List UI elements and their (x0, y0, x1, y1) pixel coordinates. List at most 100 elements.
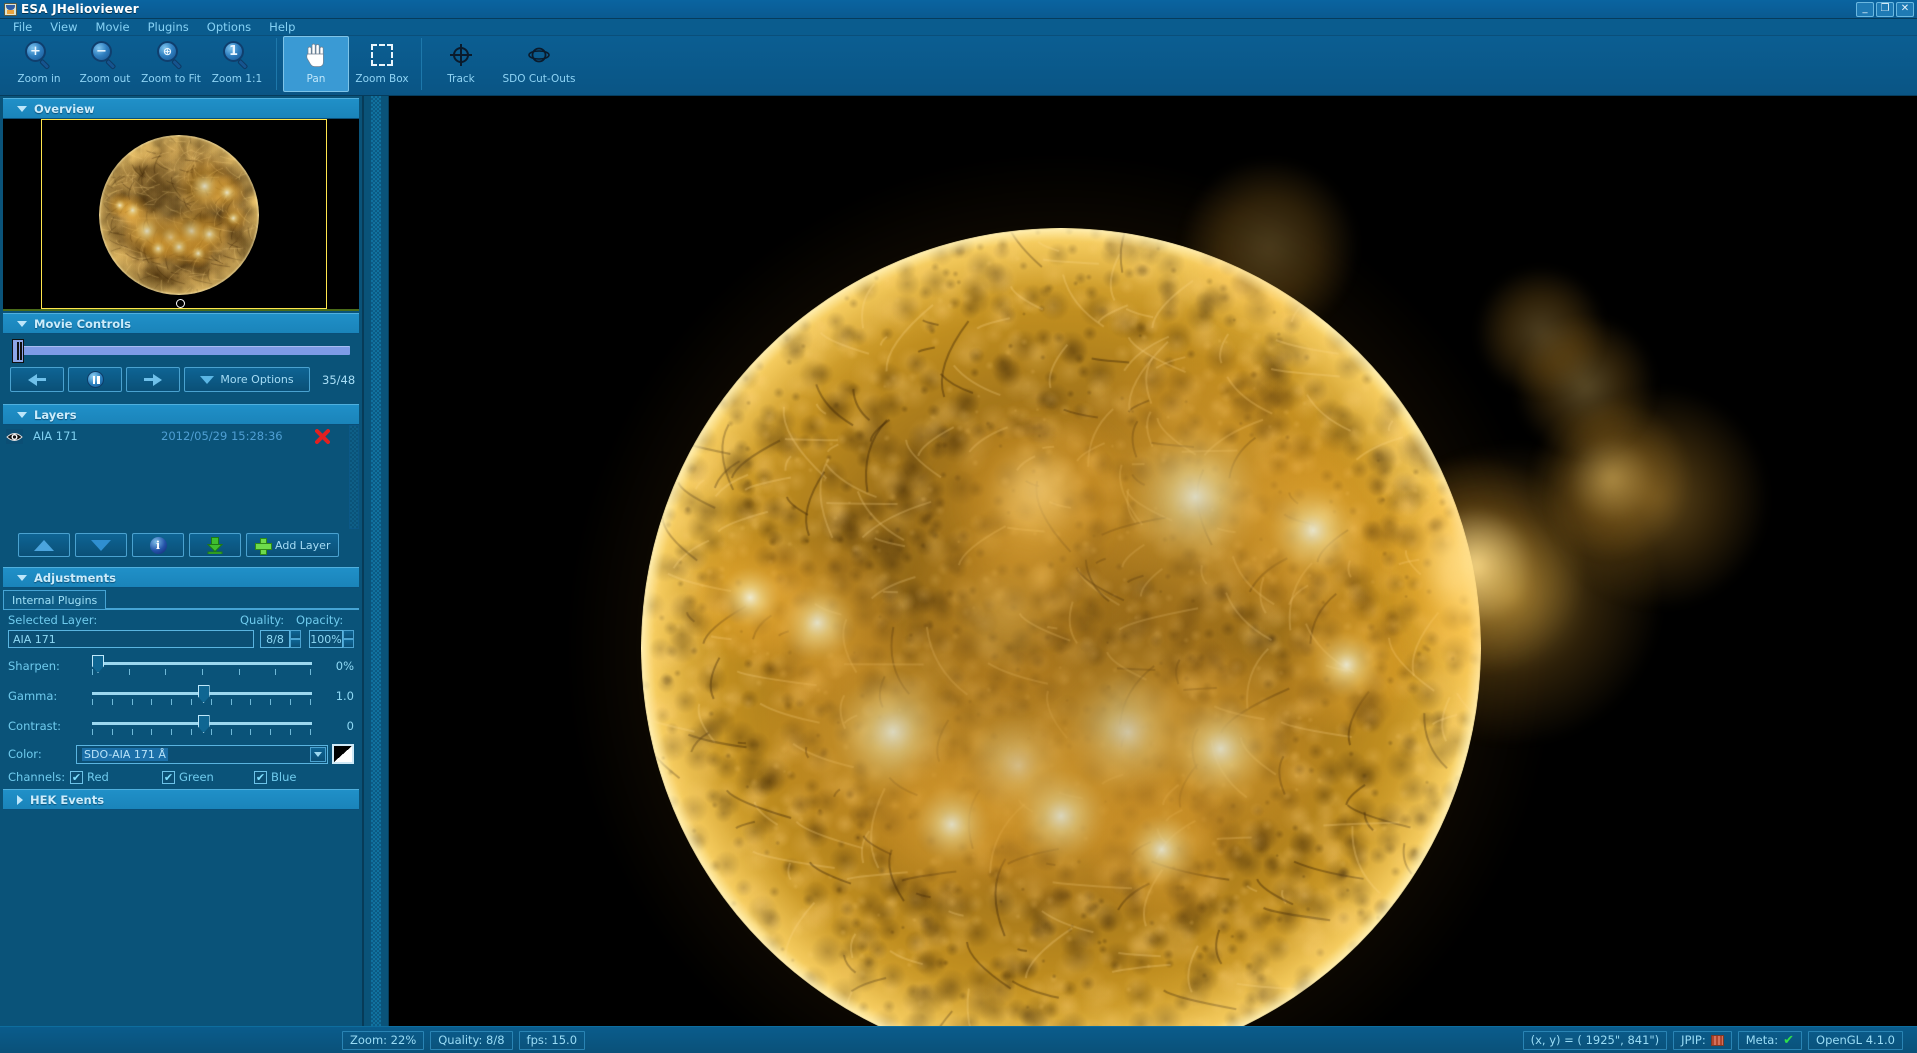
plus-icon (255, 537, 272, 555)
menu-item-options[interactable]: Options (198, 19, 260, 35)
dashed-box-icon (367, 41, 397, 71)
hek-events-title: HEK Events (30, 792, 105, 807)
status-right-group: (x, y) = ( 1925", 841") JPIP: Meta: ✔ Op… (1522, 1030, 1917, 1050)
sdo-cutout-icon (524, 41, 554, 71)
toolbar-separator-2 (421, 38, 422, 90)
color-label: Color: (8, 747, 42, 761)
menu-item-help[interactable]: Help (260, 19, 304, 35)
red-channel-checkbox[interactable] (70, 770, 83, 784)
eye-icon[interactable] (6, 428, 23, 444)
caret-down-icon (17, 574, 27, 581)
menu-item-movie[interactable]: Movie (87, 19, 139, 35)
app-icon (4, 2, 17, 16)
movie-timeline-thumb[interactable] (12, 339, 24, 363)
window-controls: _ ❐ ✕ (1856, 1, 1917, 17)
selected-layer-field[interactable]: AIA 171 (8, 630, 254, 648)
color-swatch-button[interactable] (332, 744, 354, 764)
chevron-down-icon[interactable] (310, 746, 326, 762)
status-meta: Meta: ✔ (1737, 1030, 1803, 1050)
movie-controls-body: More Options 35/48 (0, 334, 362, 402)
menu-item-plugins[interactable]: Plugins (139, 19, 198, 35)
contrast-slider-row: Contrast: 0 (3, 711, 359, 741)
opacity-spinner-arrows[interactable] (343, 630, 354, 648)
blue-channel-checkbox[interactable] (254, 770, 267, 784)
gamma-label: Gamma: (8, 689, 58, 703)
channel-red[interactable]: Red (70, 770, 162, 784)
section-header-movie-controls[interactable]: Movie Controls (3, 313, 359, 334)
contrast-slider[interactable] (92, 713, 312, 739)
movie-timeline-slider[interactable] (12, 339, 350, 363)
layer-timestamp: 2012/05/29 15:28:36 (161, 429, 283, 443)
opacity-stepper[interactable]: 100% (309, 630, 354, 648)
green-channel-label: Green (179, 770, 214, 784)
move-layer-down-button[interactable] (75, 533, 127, 557)
channel-blue[interactable]: Blue (254, 770, 296, 784)
red-channel-label: Red (87, 770, 109, 784)
main-toolbar: + Zoom in − Zoom out ⊕ Zoom to Fit 1 Zoo… (0, 36, 1917, 96)
download-layer-button[interactable] (189, 533, 241, 557)
toolbar-label-zoom-to-fit: Zoom to Fit (141, 73, 201, 85)
add-layer-button[interactable]: Add Layer (246, 533, 340, 557)
restore-button[interactable]: ❐ (1876, 1, 1894, 17)
gamma-slider-row: Gamma: 1.0 (3, 681, 359, 711)
more-options-button[interactable]: More Options (184, 367, 310, 392)
play-pause-button[interactable] (68, 367, 122, 392)
overview-roi-rectangle[interactable] (41, 119, 327, 309)
section-header-layers[interactable]: Layers (3, 404, 359, 425)
magnifier-one-icon: 1 (222, 41, 252, 71)
layers-title: Layers (34, 407, 77, 422)
quality-stepper[interactable]: 8/8 (260, 630, 301, 648)
caret-down-icon (200, 375, 215, 384)
toolbar-button-track[interactable]: Track (428, 36, 494, 92)
toolbar-button-zoom-to-fit[interactable]: ⊕ Zoom to Fit (138, 36, 204, 92)
toolbar-button-zoom-in[interactable]: + Zoom in (6, 36, 72, 92)
panel-splitter[interactable] (364, 96, 389, 1026)
section-header-overview[interactable]: Overview (3, 98, 359, 119)
close-button[interactable]: ✕ (1896, 1, 1914, 17)
toolbar-button-zoom-one-to-one[interactable]: 1 Zoom 1:1 (204, 36, 270, 92)
toolbar-label-zoom-box: Zoom Box (355, 73, 409, 85)
layers-scrollbar[interactable] (349, 425, 359, 529)
crosshair-icon (446, 41, 476, 71)
toolbar-button-zoom-box[interactable]: Zoom Box (349, 36, 415, 92)
color-table-select[interactable]: SDO-AIA 171 Å (76, 744, 328, 764)
next-frame-button[interactable] (126, 367, 180, 392)
layer-info-button[interactable]: i (132, 533, 184, 557)
toolbar-button-sdo-cutouts[interactable]: SDO Cut-Outs (494, 36, 584, 92)
movie-buttons-row: More Options 35/48 (10, 367, 356, 392)
quality-label: Quality: (240, 613, 285, 627)
sharpen-slider[interactable] (92, 653, 312, 679)
section-header-adjustments[interactable]: Adjustments (3, 567, 359, 588)
toolbar-button-zoom-out[interactable]: − Zoom out (72, 36, 138, 92)
caret-down-icon (17, 105, 27, 112)
status-bar: Zoom: 22% Quality: 8/8 fps: 15.0 (x, y) … (0, 1026, 1917, 1053)
previous-frame-button[interactable] (10, 367, 64, 392)
image-viewport[interactable] (389, 96, 1917, 1026)
selected-layer-fields-row: AIA 171 8/8 100% (3, 630, 359, 651)
tab-internal-plugins[interactable]: Internal Plugins (3, 590, 107, 609)
toolbar-separator-1 (276, 38, 277, 90)
toolbar-button-pan[interactable]: Pan (283, 36, 349, 92)
table-row[interactable]: AIA 171 2012/05/29 15:28:36 (0, 425, 362, 447)
channel-green[interactable]: Green (162, 770, 254, 784)
blue-channel-label: Blue (271, 770, 297, 784)
gamma-slider[interactable] (92, 683, 312, 709)
red-x-icon[interactable] (315, 428, 330, 444)
contrast-value: 0 (346, 719, 354, 733)
green-channel-checkbox[interactable] (162, 770, 175, 784)
toolbar-label-zoom-out: Zoom out (79, 73, 131, 85)
jpip-label: JPIP: (1681, 1033, 1706, 1047)
minimize-button[interactable]: _ (1856, 1, 1874, 17)
overview-thumbnail[interactable] (3, 119, 359, 311)
color-table-value: SDO-AIA 171 Å (82, 747, 168, 761)
status-coordinates: (x, y) = ( 1925", 841") (1522, 1030, 1668, 1050)
tabstrip-filler (106, 590, 359, 609)
quality-spinner-arrows[interactable] (290, 630, 301, 648)
caret-down-icon (17, 411, 27, 418)
section-header-hek-events[interactable]: HEK Events (3, 789, 359, 810)
move-layer-up-button[interactable] (18, 533, 70, 557)
frame-counter: 35/48 (322, 372, 356, 387)
magnifier-minus-icon: − (90, 41, 120, 71)
menu-item-view[interactable]: View (41, 19, 86, 35)
menu-item-file[interactable]: File (4, 19, 41, 35)
